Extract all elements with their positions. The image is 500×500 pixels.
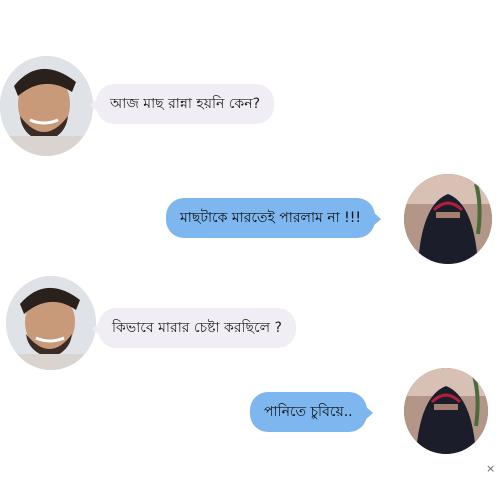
message-bubble-incoming: কিভাবে মারার চেষ্টা করছিলে ? <box>92 308 296 348</box>
receiver-avatar <box>404 174 492 264</box>
message-bubble-incoming: আজ মাছ রান্না হয়নি কেন? <box>89 84 275 124</box>
message-bubble-outgoing: পানিতে চুবিয়ে.. <box>250 392 373 432</box>
boy-photo-icon <box>6 276 96 370</box>
close-icon[interactable]: × <box>486 462 495 475</box>
boy-photo-icon <box>0 56 93 156</box>
sender-avatar <box>0 56 93 156</box>
niqab-girl-photo-icon <box>404 368 488 454</box>
sender-avatar <box>6 276 96 370</box>
niqab-girl-photo-icon <box>404 174 492 264</box>
chat-screen: আজ মাছ রান্না হয়নি কেন? মাছটাকে মারতেই … <box>0 0 500 500</box>
receiver-avatar <box>404 368 488 454</box>
message-bubble-outgoing: মাছটাকে মারতেই পারলাম না !!! <box>166 198 381 238</box>
